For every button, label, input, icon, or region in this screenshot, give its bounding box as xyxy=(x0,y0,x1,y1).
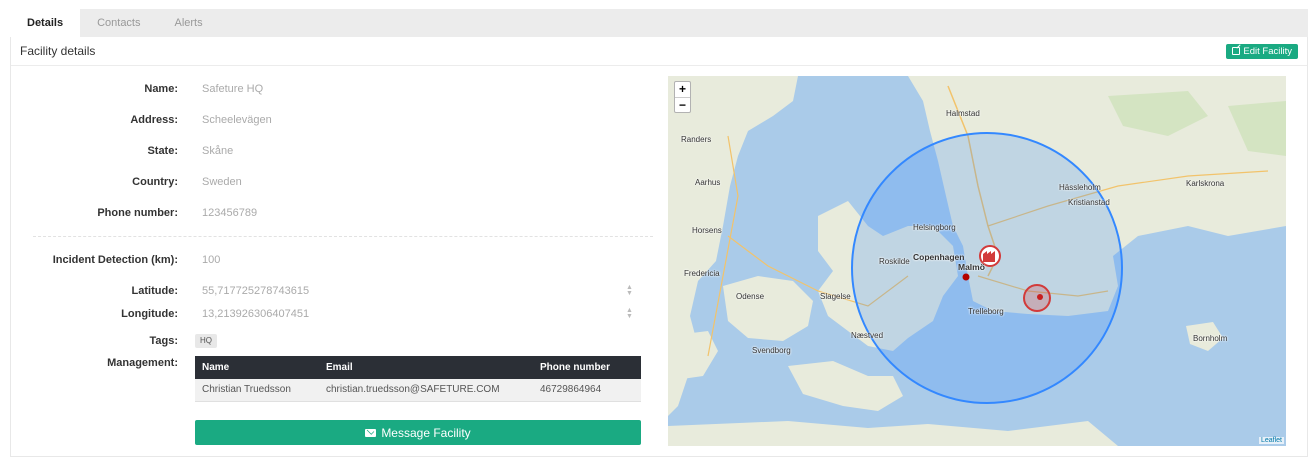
map-label-aarhus: Aarhus xyxy=(695,178,721,187)
longitude-value: 13,213926306407451 xyxy=(202,308,310,320)
tags-label: Tags: xyxy=(149,335,178,347)
map-label-odense: Odense xyxy=(736,292,765,301)
map-attribution[interactable]: Leaflet xyxy=(1258,437,1284,444)
map-label-randers: Randers xyxy=(681,135,712,144)
map-label-hassleholm: Hässleholm xyxy=(1059,183,1101,192)
message-facility-button[interactable]: Message Facility xyxy=(195,420,641,445)
longitude-stepper[interactable]: ▲ ▼ xyxy=(626,307,633,320)
cell-phone: 46729864964 xyxy=(533,379,641,402)
latitude-stepper[interactable]: ▲ ▼ xyxy=(626,284,633,297)
message-facility-label: Message Facility xyxy=(381,425,471,440)
tag-badge: HQ xyxy=(195,334,217,348)
management-label: Management: xyxy=(107,357,178,369)
map-label-halmstad: Halmstad xyxy=(946,109,980,118)
incident-value: 100 xyxy=(202,254,221,266)
edit-icon xyxy=(1232,47,1241,55)
map-label-helsingborg: Helsingborg xyxy=(913,223,956,232)
map-label-fredericia: Fredericia xyxy=(684,269,720,278)
address-value: Scheelevägen xyxy=(202,114,272,126)
map-label-bornholm: Bornholm xyxy=(1193,334,1228,343)
map-label-malmo: Malmö xyxy=(958,262,985,272)
longitude-label: Longitude: xyxy=(121,308,178,320)
state-label: State: xyxy=(147,145,178,157)
edit-facility-label: Edit Facility xyxy=(1243,45,1292,57)
country-label: Country: xyxy=(132,176,178,188)
map-label-horsens: Horsens xyxy=(692,226,722,235)
map-label-roskilde: Roskilde xyxy=(879,257,910,266)
table-row: Christian Truedsson christian.truedsson@… xyxy=(195,379,641,402)
facility-map[interactable]: + − Copenhagen Malmö Helsingborg Kristia… xyxy=(668,76,1286,446)
country-value: Sweden xyxy=(202,176,242,188)
map-label-copenhagen: Copenhagen xyxy=(913,252,965,262)
phone-label: Phone number: xyxy=(97,207,178,219)
column-name: Name xyxy=(195,356,319,379)
tab-details[interactable]: Details xyxy=(10,9,81,37)
column-phone: Phone number xyxy=(533,356,641,379)
name-label: Name: xyxy=(144,83,178,95)
phone-value: 123456789 xyxy=(202,207,258,219)
state-value: Skåne xyxy=(202,145,234,157)
tab-bar: Details Contacts Alerts xyxy=(10,9,1308,37)
map-label-naestved: Næstved xyxy=(851,331,884,340)
map-tiles xyxy=(668,76,1286,446)
name-value: Safeture HQ xyxy=(202,83,264,95)
column-email: Email xyxy=(319,356,533,379)
zoom-in-button[interactable]: + xyxy=(675,82,690,97)
map-label-karlskrona: Karlskrona xyxy=(1186,179,1225,188)
facility-card: Facility details Edit Facility Name: Safe… xyxy=(10,37,1308,457)
details-form: Name: Safeture HQ Address: Scheelevägen St… xyxy=(11,37,661,457)
incident-label: Incident Detection (km): xyxy=(52,254,178,266)
table-header-row: Name Email Phone number xyxy=(195,356,641,379)
tab-contacts[interactable]: Contacts xyxy=(80,9,157,37)
management-table: Name Email Phone number Christian Trueds… xyxy=(195,356,641,402)
zoom-control: + − xyxy=(674,81,691,113)
zoom-out-button[interactable]: − xyxy=(675,97,690,112)
tab-alerts[interactable]: Alerts xyxy=(158,9,220,37)
edit-facility-button[interactable]: Edit Facility xyxy=(1226,43,1298,59)
address-label: Address: xyxy=(130,114,178,126)
map-label-svendborg: Svendborg xyxy=(752,346,791,355)
cell-name: Christian Truedsson xyxy=(195,379,319,402)
latitude-value: 55,717725278743615 xyxy=(202,285,310,297)
map-label-slagelse: Slagelse xyxy=(820,292,851,301)
cell-email: christian.truedsson@SAFETURE.COM xyxy=(319,379,533,402)
section-divider xyxy=(33,236,653,237)
envelope-icon xyxy=(365,428,377,437)
map-label-kristianstad: Kristianstad xyxy=(1068,198,1110,207)
map-label-trelleborg: Trelleborg xyxy=(968,307,1004,316)
latitude-label: Latitude: xyxy=(131,285,178,297)
